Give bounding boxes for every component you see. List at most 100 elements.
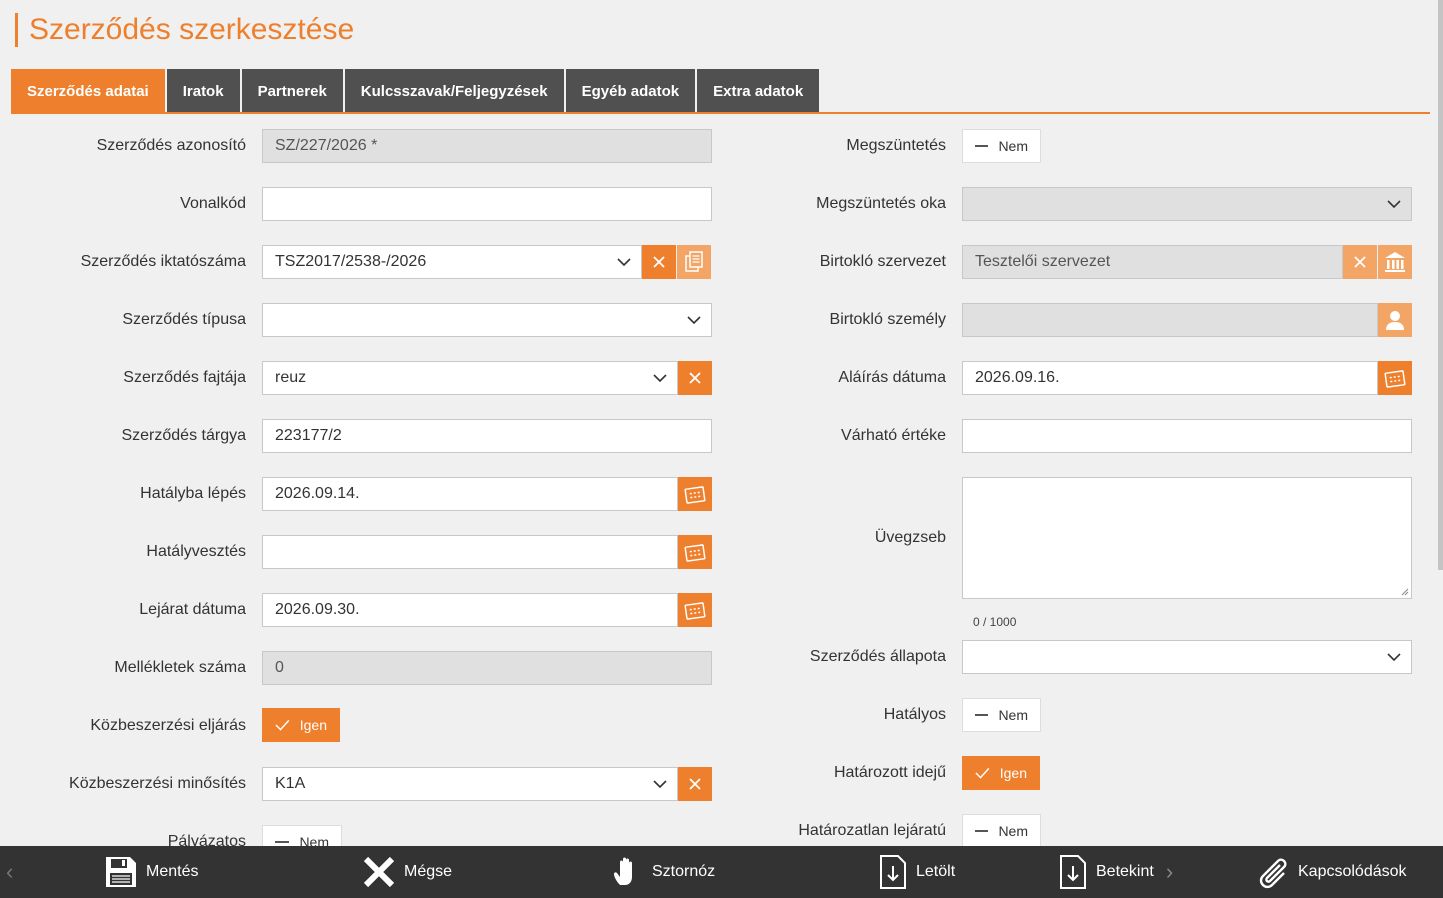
label-lejarat: Lejárat dátuma: [139, 601, 246, 618]
hatalyba-calendar-button[interactable]: [678, 477, 712, 511]
file-download-icon: [1060, 855, 1086, 889]
fajta-clear-button[interactable]: [678, 361, 712, 395]
tab-underline: [11, 112, 1430, 114]
documents-icon: [685, 251, 703, 272]
label-mellekletek: Mellékletek száma: [114, 659, 246, 676]
lejarat-date-input[interactable]: 2026.09.30.: [262, 593, 678, 627]
hand-stop-icon: [614, 857, 632, 885]
toggle-label: Nem: [998, 823, 1028, 839]
cancel-button[interactable]: Mégse: [362, 846, 452, 898]
label-hatalyba: Hatályba lépés: [140, 485, 246, 502]
close-icon: [653, 256, 665, 268]
tipus-select[interactable]: [262, 303, 712, 337]
page-title: Szerződés szerkesztése: [29, 13, 355, 46]
tab-egyeb-adatok[interactable]: Egyéb adatok: [565, 69, 696, 113]
kozbeszerzesi-minosites-clear-button[interactable]: [678, 767, 712, 801]
tab-szerzodes-adatai[interactable]: Szerződés adatai: [11, 69, 165, 113]
lejarat-calendar-button[interactable]: [678, 593, 712, 627]
close-icon: [689, 372, 701, 384]
chevron-down-icon: [651, 768, 669, 800]
hatarozott-toggle[interactable]: Igen: [962, 756, 1040, 790]
label-iktatoszam: Szerződés iktatószáma: [80, 253, 246, 270]
check-icon: [975, 767, 990, 779]
scrollbar[interactable]: [1438, 0, 1443, 570]
preview-label: Betekint: [1096, 863, 1154, 880]
kozbeszerzesi-eljaras-toggle[interactable]: Igen: [262, 708, 340, 742]
connections-button[interactable]: Kapcsolódások: [1256, 846, 1407, 898]
fajta-value: reuz: [275, 369, 307, 386]
iktatoszam-clear-button[interactable]: [642, 245, 676, 279]
uvegzseb-textarea[interactable]: [962, 477, 1412, 599]
floppy-disk-icon: [106, 857, 136, 887]
title-accent-bar: [15, 13, 18, 47]
cancel-label: Mégse: [404, 863, 453, 880]
label-vonalkod: Vonalkód: [180, 195, 246, 212]
close-icon: [363, 856, 395, 888]
close-icon: [1354, 256, 1366, 268]
label-hatalyvesztes: Hatályvesztés: [146, 543, 246, 560]
label-azonosito: Szerződés azonosító: [96, 137, 246, 154]
preview-button[interactable]: Betekint ›: [1058, 846, 1173, 898]
kozbeszerzesi-minosites-select[interactable]: K1A: [262, 767, 678, 801]
allapot-select[interactable]: [962, 640, 1412, 674]
hatalyvesztes-date-input[interactable]: [262, 535, 678, 569]
hatalyos-toggle[interactable]: Nem: [962, 698, 1041, 732]
tab-iratok[interactable]: Iratok: [166, 69, 240, 113]
alairas-calendar-button[interactable]: [1378, 361, 1412, 395]
dash-icon: [975, 145, 989, 147]
chevron-down-icon: [1385, 641, 1403, 673]
dash-icon: [975, 714, 989, 716]
chevron-down-icon: [615, 246, 633, 278]
label-kozbeszerzesi-eljaras: Közbeszerzési eljárás: [90, 717, 246, 734]
megszuntetes-oka-select[interactable]: [962, 187, 1412, 221]
calendar-icon: [684, 544, 706, 562]
hatalyvesztes-calendar-button[interactable]: [678, 535, 712, 569]
chevron-right-icon[interactable]: ›: [1166, 859, 1173, 885]
chevron-down-icon: [685, 304, 703, 336]
vart-ertek-input[interactable]: [962, 419, 1412, 453]
label-targy: Szerződés tárgya: [121, 427, 246, 444]
mellekletek-field: 0: [262, 651, 712, 685]
targy-input[interactable]: 223177/2: [262, 419, 712, 453]
dash-icon: [975, 830, 989, 832]
birtoklo-szervezet-select-button[interactable]: [1378, 245, 1412, 279]
birtoklo-szervezet-clear-button[interactable]: [1343, 245, 1377, 279]
iktatoszam-select[interactable]: TSZ2017/2538-/2026: [262, 245, 642, 279]
toggle-label: Nem: [998, 138, 1028, 154]
birtoklo-szemely-field: [962, 303, 1378, 337]
birtoklo-szemely-select-button[interactable]: [1378, 303, 1412, 337]
resize-handle-icon: [1401, 588, 1409, 596]
label-allapot: Szerződés állapota: [809, 648, 946, 665]
hatalyba-date-input[interactable]: 2026.09.14.: [262, 477, 678, 511]
tab-extra-adatok[interactable]: Extra adatok: [697, 69, 820, 113]
iktatoszam-copy-button[interactable]: [677, 245, 711, 279]
user-icon: [1386, 311, 1404, 330]
megszuntetes-toggle[interactable]: Nem: [962, 129, 1041, 163]
toggle-label: Nem: [998, 707, 1028, 723]
alairas-date-input[interactable]: 2026.09.16.: [962, 361, 1378, 395]
storno-button[interactable]: Sztornóz: [612, 846, 715, 898]
hatarozatlan-toggle[interactable]: Nem: [962, 814, 1041, 848]
tab-kulcsszavak[interactable]: Kulcsszavak/Feljegyzések: [344, 69, 564, 113]
tab-partnerek[interactable]: Partnerek: [241, 69, 343, 113]
institution-icon: [1385, 252, 1405, 272]
label-hatalyos: Hatályos: [883, 706, 946, 723]
chevron-left-icon[interactable]: ‹: [6, 846, 13, 898]
storno-label: Sztornóz: [652, 863, 716, 880]
label-hatarozott: Határozott idejű: [833, 764, 946, 781]
label-uvegzseb: Üvegzseb: [874, 529, 946, 546]
connections-label: Kapcsolódások: [1298, 863, 1407, 880]
save-button[interactable]: Mentés: [104, 846, 198, 898]
fajta-select[interactable]: reuz: [262, 361, 678, 395]
calendar-icon: [684, 602, 706, 620]
label-tipus: Szerződés típusa: [122, 311, 246, 328]
file-download-icon: [880, 855, 906, 889]
label-fajta: Szerződés fajtája: [123, 369, 246, 386]
download-button[interactable]: Letölt: [878, 846, 955, 898]
paperclip-icon: [1259, 858, 1287, 889]
label-vart-ertek: Várható értéke: [841, 427, 946, 444]
azonosito-field: SZ/227/2026 *: [262, 129, 712, 163]
dash-icon: [275, 841, 290, 843]
birtoklo-szervezet-field: Tesztelői szervezet: [962, 245, 1343, 279]
vonalkod-input[interactable]: [262, 187, 712, 221]
